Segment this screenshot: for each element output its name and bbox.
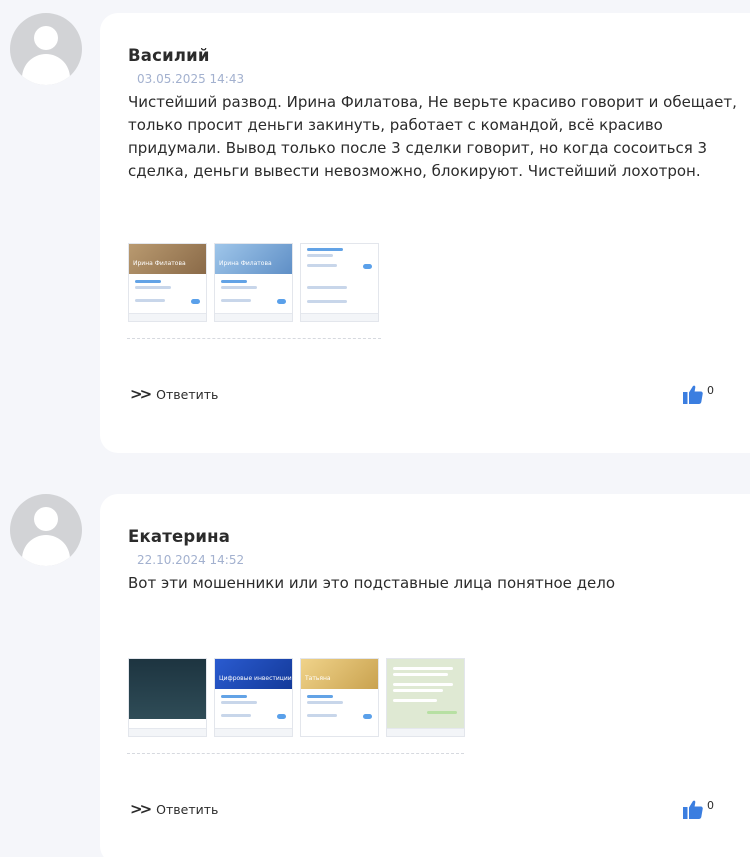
reply-label: Ответить xyxy=(156,801,219,817)
attachment-divider xyxy=(127,338,381,339)
like-count: 0 xyxy=(707,384,714,397)
thumbnail-caption: Ирина Филатова xyxy=(219,260,272,267)
thumbnail-bar xyxy=(129,728,206,736)
thumbnail-line xyxy=(393,673,448,676)
thumbnail-toggle xyxy=(277,714,286,719)
comment-date: 03.05.2025 14:43 xyxy=(137,72,245,86)
comment-date: 22.10.2024 14:52 xyxy=(137,553,245,567)
thumbnail-line xyxy=(393,689,443,692)
thumbnail-photo xyxy=(215,659,292,689)
thumbnail-line xyxy=(427,711,457,714)
thumbnail-line xyxy=(307,695,333,698)
thumbnail-line xyxy=(307,248,343,251)
thumbnail-line xyxy=(307,300,347,303)
thumbnail-photo xyxy=(129,659,206,719)
like-button[interactable]: 0 xyxy=(683,384,714,404)
thumbs-up-icon xyxy=(683,385,703,404)
attachment-divider xyxy=(127,753,464,754)
double-chevron-right-icon: >> xyxy=(130,385,152,403)
reply-button[interactable]: >> Ответить xyxy=(130,385,218,403)
comment-text: Вот эти мошенники или это подставные лиц… xyxy=(128,574,616,592)
avatar-head xyxy=(34,507,58,531)
thumbnail-line xyxy=(307,254,333,257)
thumbnail-line xyxy=(221,701,257,704)
thumbnail-line xyxy=(221,714,251,717)
thumbnail-line xyxy=(135,280,161,283)
comment-card: Василий 03.05.2025 14:43 Чистейший разво… xyxy=(100,13,750,453)
reply-label: Ответить xyxy=(156,386,219,402)
thumbnail-toggle xyxy=(363,714,372,719)
thumbnail-line xyxy=(221,286,257,289)
thumbnail-caption: Татьяна xyxy=(305,675,331,682)
thumbnail-toggle xyxy=(277,299,286,304)
avatar-head xyxy=(34,26,58,50)
thumbnail-line xyxy=(135,299,165,302)
avatar-body xyxy=(22,535,70,566)
attachment-thumbnail[interactable] xyxy=(300,243,379,322)
attachment-thumbnail[interactable]: Татьяна xyxy=(300,658,379,737)
attachment-list: Ирина Филатова Ирина Филатова xyxy=(128,243,379,322)
comment-card: Екатерина 22.10.2024 14:52 Вот эти мошен… xyxy=(100,494,750,857)
thumbnail-bar xyxy=(215,728,292,736)
avatar xyxy=(10,494,82,566)
like-count: 0 xyxy=(707,799,714,812)
thumbnail-photo xyxy=(301,659,378,689)
thumbnail-bar xyxy=(387,728,464,736)
thumbnail-bar xyxy=(301,313,378,321)
like-button[interactable]: 0 xyxy=(683,799,714,819)
thumbnail-caption: Ирина Филатова xyxy=(133,260,186,267)
attachment-thumbnail[interactable] xyxy=(386,658,465,737)
thumbnail-line xyxy=(393,683,453,686)
attachment-thumbnail[interactable] xyxy=(128,658,207,737)
reply-button[interactable]: >> Ответить xyxy=(130,800,218,818)
thumbnail-line xyxy=(307,286,347,289)
thumbnail-toggle xyxy=(363,264,372,269)
thumbnail-photo xyxy=(215,244,292,274)
thumbnail-caption: Цифровые инвестиции xyxy=(219,675,292,682)
thumbs-up-icon xyxy=(683,800,703,819)
attachment-list: Цифровые инвестиции Татьяна xyxy=(128,658,465,737)
thumbnail-line xyxy=(307,701,343,704)
avatar-body xyxy=(22,54,70,85)
thumbnail-line xyxy=(393,699,437,702)
thumbnail-bar xyxy=(215,313,292,321)
thumbnail-line xyxy=(393,667,453,670)
attachment-thumbnail[interactable]: Цифровые инвестиции xyxy=(214,658,293,737)
comment-text: Чистейший развод. Ирина Филатова, Не вер… xyxy=(128,93,737,180)
thumbnail-line xyxy=(307,264,337,267)
thumbnail-bar xyxy=(129,313,206,321)
attachment-thumbnail[interactable]: Ирина Филатова xyxy=(128,243,207,322)
thumbnail-line xyxy=(307,714,337,717)
attachment-thumbnail[interactable]: Ирина Филатова xyxy=(214,243,293,322)
comment-author: Василий xyxy=(128,46,210,65)
thumbnail-line xyxy=(221,299,251,302)
comment-author: Екатерина xyxy=(128,527,231,546)
thumbnail-line xyxy=(135,286,171,289)
thumbnail-toggle xyxy=(191,299,200,304)
avatar xyxy=(10,13,82,85)
thumbnail-line xyxy=(221,695,247,698)
double-chevron-right-icon: >> xyxy=(130,800,152,818)
thumbnail-line xyxy=(221,280,247,283)
thumbnail-photo xyxy=(129,244,206,274)
